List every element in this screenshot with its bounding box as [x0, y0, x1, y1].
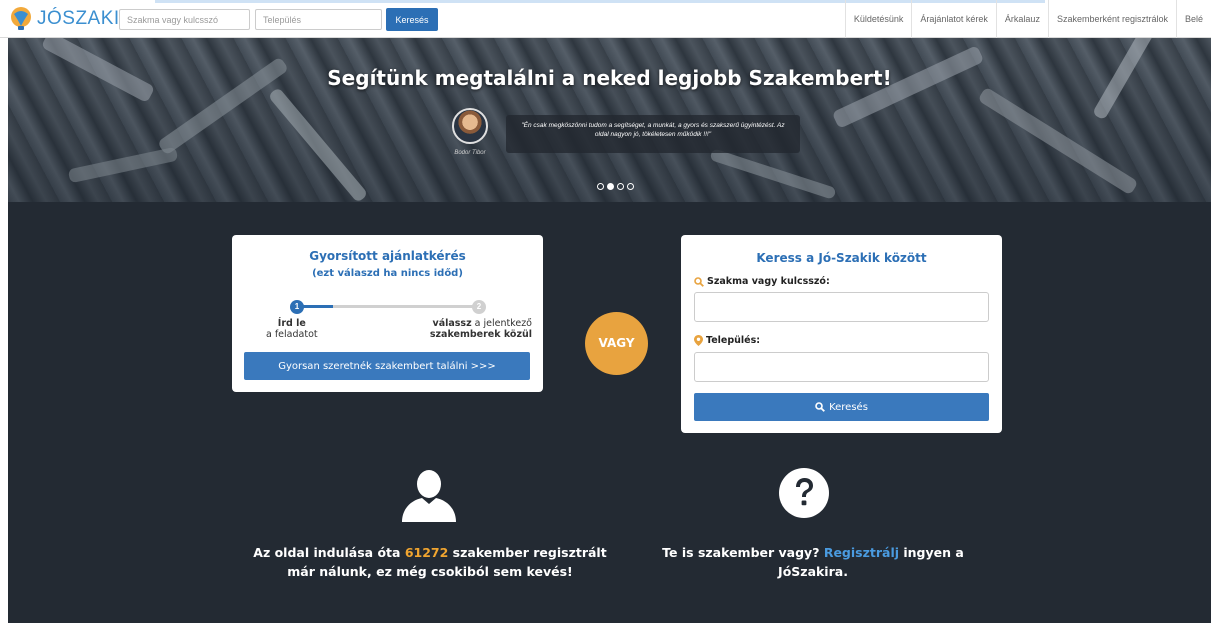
location-label: Település:: [694, 335, 760, 346]
nav-request-quote[interactable]: Árajánlatot kérek: [911, 0, 996, 38]
quick-request-card: Gyorsított ajánlatkérés (ezt válaszd ha …: [232, 235, 543, 392]
carousel-indicators: [597, 183, 634, 190]
search-card-title: Keress a Jó-Szakik között: [756, 251, 927, 265]
keyword-input[interactable]: [694, 292, 989, 322]
nav-register-professional[interactable]: Szakemberként regisztrálok: [1047, 0, 1176, 38]
quick-request-progress: 1 2: [290, 300, 486, 314]
keyword-label: Szakma vagy kulcsszó:: [694, 276, 830, 287]
top-navbar: JÓSZAKI Keresés Küldetésünk Árajánlatot …: [0, 0, 1211, 38]
step-2-label-bold-b: szakemberek közül: [429, 329, 532, 341]
register-link[interactable]: Regisztrálj: [824, 545, 899, 560]
step-2-label-text: a jelentkező: [471, 318, 532, 329]
registered-text-a: Az oldal indulása óta: [253, 545, 405, 560]
carousel-dot[interactable]: [617, 183, 624, 190]
testimonial-author: Bodor Tibor: [454, 150, 486, 156]
step-1-label-text: a feladatot: [266, 329, 318, 341]
step-1-label-bold: Írd le: [277, 318, 306, 329]
registered-text-c: már nálunk, ez még csokiból sem kevés!: [287, 564, 573, 580]
registered-text-b: szakember regisztrált: [448, 545, 607, 560]
nav-price-guide[interactable]: Árkalauz: [995, 0, 1048, 38]
keyword-label-text: Szakma vagy kulcsszó:: [707, 276, 830, 287]
hero-tool-shape: [709, 148, 837, 200]
search-icon: [694, 276, 704, 287]
testimonial-avatar: [452, 108, 488, 144]
or-separator-badge: VAGY: [585, 312, 648, 375]
quick-request-button[interactable]: Gyorsan szeretnék szakembert találni >>>: [244, 352, 530, 380]
step-2-label: válassz a jelentkező szakemberek közül: [390, 318, 532, 341]
step-1-indicator: 1: [290, 300, 304, 314]
carousel-dot[interactable]: [597, 183, 604, 190]
carousel-dot[interactable]: [627, 183, 634, 190]
register-text-a: Te is szakember vagy?: [662, 545, 824, 560]
hero-tool-shape: [67, 146, 179, 184]
lightbulb-logo-icon: [11, 7, 31, 30]
quick-request-subtitle: (ezt válaszd ha nincs időd): [312, 268, 463, 279]
main-nav: Küldetésünk Árajánlatot kérek Árkalauz S…: [844, 0, 1211, 38]
step-2-label-bold-a: válassz: [432, 318, 472, 329]
search-card: Keress a Jó-Szakik között Szakma vagy ku…: [681, 235, 1002, 433]
hero-title: Segítünk megtalálni a neked legjobb Szak…: [327, 66, 892, 90]
register-text-b: ingyen a: [899, 545, 964, 560]
location-pin-icon: [694, 335, 703, 346]
logo[interactable]: JÓSZAKI: [8, 6, 120, 32]
hero-tool-shape: [977, 86, 1139, 196]
nav-mission[interactable]: Küldetésünk: [844, 0, 912, 38]
header-search-input[interactable]: [119, 9, 250, 30]
register-text-c: JóSzakira.: [778, 564, 848, 580]
carousel-dot-active[interactable]: [607, 183, 614, 190]
question-circle-icon: [779, 468, 829, 518]
nav-login[interactable]: Belé: [1175, 0, 1211, 38]
step-2-indicator: 2: [472, 300, 486, 314]
search-button[interactable]: Keresés: [694, 393, 989, 421]
header-location-input[interactable]: [255, 9, 382, 30]
quick-request-title: Gyorsított ajánlatkérés: [309, 249, 466, 263]
hero-tool-shape: [267, 86, 369, 202]
location-input[interactable]: [694, 352, 989, 382]
testimonial-quote: "Én csak megköszönni tudom a segítséget,…: [506, 115, 800, 153]
logo-text: JÓSZAKI: [37, 8, 120, 29]
registered-count-text: Az oldal indulása óta 61272 szakember re…: [225, 543, 635, 582]
step-1-label: Írd le a feladatot: [266, 318, 318, 341]
user-silhouette-icon: [402, 470, 456, 522]
location-label-text: Település:: [706, 335, 761, 346]
search-button-label: Keresés: [829, 401, 868, 413]
registered-count: 61272: [404, 545, 449, 560]
register-cta-text: Te is szakember vagy? Regisztrálj ingyen…: [648, 543, 978, 582]
search-icon: [815, 402, 826, 412]
header-search-button[interactable]: Keresés: [386, 8, 438, 31]
